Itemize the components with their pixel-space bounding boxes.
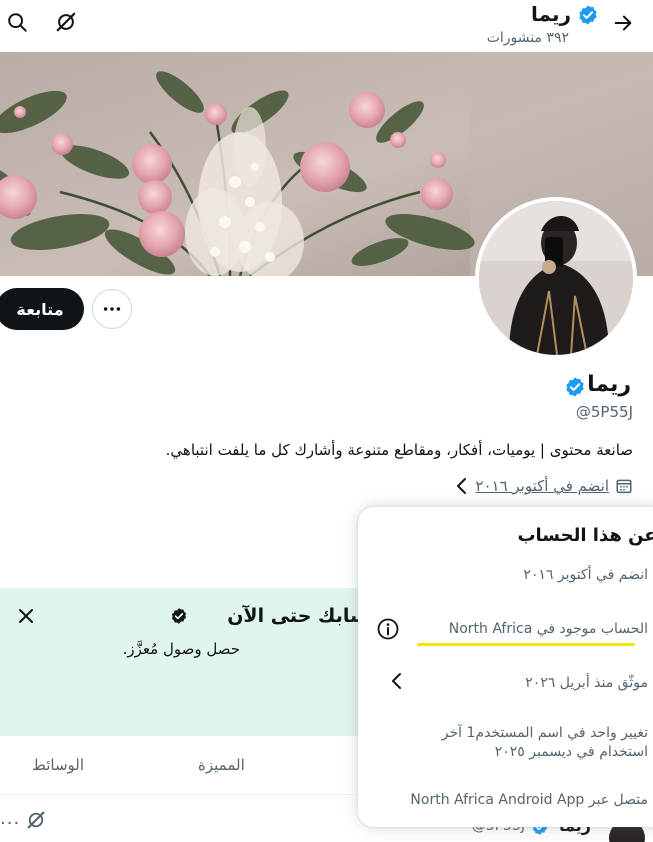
joined-date-label[interactable]: انضم في أكتوبر ٢٠١٦ — [475, 477, 609, 495]
follow-button[interactable]: متابعة — [0, 288, 84, 330]
tab-highlights[interactable]: المميزة — [198, 756, 245, 774]
close-icon — [19, 609, 33, 623]
popover-username-changes: تغيير واحد في اسم المستخدم1 آخر استخدام … — [442, 724, 648, 762]
verified-details-button[interactable] — [390, 671, 404, 691]
header-title: ريما — [531, 2, 571, 26]
close-promo-button[interactable] — [12, 602, 40, 630]
username-change-line-2: استخدام في ديسمبر ٢٠٢٥ — [494, 744, 648, 760]
popover-title: نبذة عن هذا الحساب — [517, 525, 653, 546]
profile-header: ريما ٣٩٢ منشورات — [0, 0, 653, 52]
post-grok-button[interactable] — [26, 810, 46, 830]
tab-media[interactable]: الوسائط — [32, 756, 84, 774]
joined-date-row[interactable]: انضم في أكتوبر ٢٠١٦ — [455, 477, 633, 495]
popover-verified-since: موثّق منذ أبريل ٢٠٢٦ — [525, 675, 648, 691]
back-button[interactable] — [606, 6, 640, 40]
popover-connected-via: متصل عبر North Africa Android App — [410, 792, 648, 808]
grok-icon — [56, 12, 76, 32]
arrow-right-icon — [614, 15, 632, 31]
about-account-popover: نبذة عن هذا الحساب انضم في أكتوبر ٢٠١٦ ا… — [358, 507, 653, 827]
info-icon[interactable] — [376, 617, 400, 641]
verified-badge-icon[interactable] — [564, 376, 586, 398]
profile-bio: صانعة محتوى | يوميات، أفكار، ومقاطع متنو… — [165, 441, 633, 459]
avatar-image — [479, 201, 633, 355]
promo-body: حصل وصول مُعزَّز. — [122, 640, 240, 658]
chevron-left-icon — [455, 477, 469, 495]
grok-button[interactable] — [50, 6, 82, 38]
calendar-icon — [615, 477, 633, 495]
search-icon — [8, 13, 27, 32]
verified-badge-icon — [577, 4, 599, 26]
popover-location: الحساب موجود في North Africa — [448, 621, 648, 637]
profile-avatar[interactable] — [475, 197, 637, 359]
profile-name: ريما — [587, 372, 631, 397]
more-horizontal-icon — [103, 307, 121, 311]
chevron-left-icon — [392, 673, 401, 689]
highlight-underline — [417, 643, 635, 646]
check-badge-icon — [170, 607, 188, 625]
posts-count: ٣٩٢ منشورات — [486, 30, 569, 46]
grok-icon — [27, 811, 45, 829]
more-options-button[interactable] — [92, 289, 132, 329]
search-button[interactable] — [2, 6, 32, 38]
username-change-line-1: تغيير واحد في اسم المستخدم1 آخر — [441, 725, 648, 741]
post-more-icon[interactable]: ··· — [0, 813, 20, 834]
profile-handle: @5P55J — [575, 403, 633, 421]
popover-joined: انضم في أكتوبر ٢٠١٦ — [523, 567, 648, 583]
